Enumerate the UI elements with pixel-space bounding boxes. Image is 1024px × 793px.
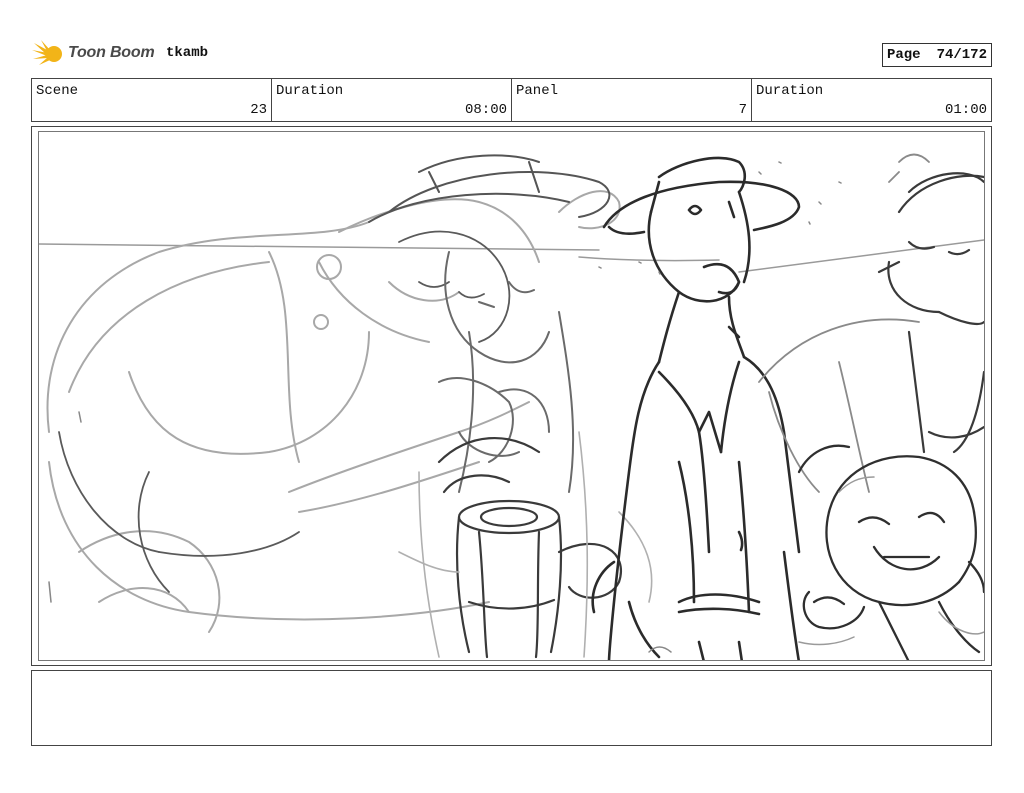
- left-creature-darklines: [58, 230, 511, 593]
- panel-info-table: Scene 23 Duration 08:00 Panel 7 Duration…: [31, 78, 992, 122]
- storyboard-image: [38, 131, 985, 661]
- background-specks: [48, 161, 842, 653]
- scene-duration-value: 08:00: [464, 102, 507, 118]
- storyboard-panel-frame: [31, 126, 992, 666]
- page-label: Page: [886, 47, 921, 63]
- panel-duration-label: Duration: [756, 83, 824, 99]
- scene-cell: Scene 23: [32, 79, 272, 121]
- horizon-lines: [39, 239, 984, 273]
- starburst-icon: [32, 40, 62, 65]
- scene-value: 23: [250, 102, 267, 118]
- grinning-character-light: [798, 476, 984, 646]
- middle-figure-sketch: [438, 251, 575, 493]
- logo-wordmark: Toon Boom: [68, 44, 155, 61]
- sketch-drawing: [39, 153, 984, 660]
- scene-duration-label: Duration: [276, 83, 344, 99]
- panel-value: 7: [738, 102, 747, 118]
- page-indicator: Page 74/172: [881, 43, 992, 67]
- page-header: Toon Boom tkamb Page 74/172: [32, 38, 992, 70]
- central-character: [591, 156, 801, 660]
- panel-duration-cell: Duration 01:00: [752, 79, 991, 121]
- bucket-light: [398, 431, 653, 658]
- panel-duration-value: 01:00: [944, 102, 987, 118]
- project-name: tkamb: [166, 45, 209, 61]
- right-figure-top: [877, 172, 984, 454]
- panel-label: Panel: [516, 83, 559, 99]
- left-creature-sketch: [46, 190, 621, 633]
- panel-cell: Panel 7: [512, 79, 752, 121]
- scene-duration-cell: Duration 08:00: [272, 79, 512, 121]
- toon-boom-logo: Toon Boom: [32, 38, 155, 68]
- bucket-sketch: [437, 436, 622, 659]
- back-figure-hat: [368, 154, 611, 223]
- page-number: 74/172: [936, 47, 987, 63]
- scene-label: Scene: [36, 83, 79, 99]
- panel-notes-area: [31, 670, 992, 746]
